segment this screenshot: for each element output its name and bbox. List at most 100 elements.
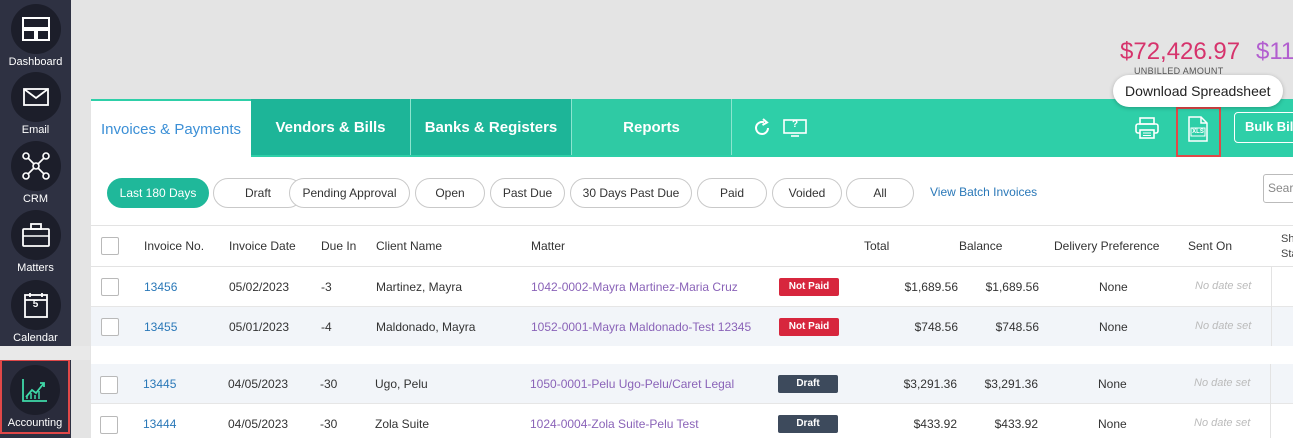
table-row[interactable]: 13445 04/05/2023 -30 Ugo, Pelu 1050-0001…	[91, 364, 1293, 404]
delivery-preference: None	[1098, 377, 1127, 391]
sent-on: No date set	[1194, 417, 1251, 429]
due-in: -30	[320, 377, 338, 391]
sidebar-item-accounting[interactable]: Accounting	[0, 359, 70, 434]
column-delivery-preference[interactable]: Delivery Preference	[1054, 239, 1159, 253]
table-row[interactable]: 13456 05/02/2023 -3 Martinez, Mayra 1042…	[91, 267, 1293, 307]
column-due-in[interactable]: Due In	[321, 239, 356, 253]
sidebar-item-calendar[interactable]: 5 Calendar	[0, 280, 71, 344]
select-all-checkbox[interactable]	[101, 237, 119, 255]
row-checkbox[interactable]	[100, 416, 118, 434]
help-icon[interactable]: ?	[782, 118, 808, 138]
column-share-status-line1: Sha	[1281, 233, 1293, 245]
sidebar-item-label: Dashboard	[8, 56, 63, 68]
sent-on: No date set	[1195, 320, 1252, 332]
client-name: Ugo, Pelu	[375, 377, 428, 391]
tab-invoices-payments[interactable]: Invoices & Payments	[91, 101, 251, 157]
column-share-status[interactable]: Sha Sta	[1281, 232, 1293, 262]
invoice-date: 05/01/2023	[229, 320, 290, 334]
column-client-name[interactable]: Client Name	[376, 239, 442, 253]
sidebar-item-crm[interactable]: CRM	[0, 141, 71, 205]
invoice-number-link[interactable]: 13455	[144, 320, 177, 334]
filter-open[interactable]: Open	[415, 178, 485, 208]
unbilled-amount: $72,426.97	[1120, 38, 1241, 65]
invoice-date: 04/05/2023	[228, 377, 289, 391]
sidebar-item-dashboard[interactable]: Dashboard	[0, 4, 71, 68]
invoices-panel: Last 180 Days Draft Pending Approval Ope…	[91, 157, 1293, 438]
sidebar: Dashboard Email CRM Matters 5 Calendar A…	[0, 0, 71, 438]
delivery-preference: None	[1099, 320, 1128, 334]
status-badge: Draft	[778, 375, 838, 393]
sent-on: No date set	[1195, 280, 1252, 292]
refresh-icon[interactable]	[751, 117, 773, 139]
status-badge: Not Paid	[779, 318, 839, 336]
invoice-balance: $748.56	[995, 320, 1039, 334]
row-checkbox[interactable]	[101, 278, 119, 296]
search-input[interactable]: Search	[1263, 174, 1293, 203]
column-divider	[1271, 307, 1272, 347]
sidebar-item-label: CRM	[22, 193, 49, 205]
client-name: Martinez, Mayra	[376, 280, 463, 294]
filter-last-180-days[interactable]: Last 180 Days	[107, 178, 209, 208]
filter-past-due[interactable]: Past Due	[490, 178, 565, 208]
client-name: Zola Suite	[375, 417, 430, 431]
status-badge: Not Paid	[779, 278, 839, 296]
status-badge: Draft	[778, 415, 838, 433]
column-matter[interactable]: Matter	[531, 239, 565, 253]
invoice-balance: $3,291.36	[984, 377, 1038, 391]
matter-link[interactable]: 1042-0002-Mayra Martinez-Maria Cruz	[531, 280, 738, 294]
bulk-billing-button[interactable]: Bulk Billing	[1234, 112, 1293, 143]
due-in: -30	[320, 417, 338, 431]
table-row[interactable]: 13455 05/01/2023 -4 Maldonado, Mayra 105…	[91, 307, 1293, 347]
column-total[interactable]: Total	[864, 239, 889, 253]
network-icon	[10, 141, 61, 191]
column-divider	[1271, 267, 1272, 307]
filter-30-days-past-due[interactable]: 30 Days Past Due	[570, 178, 692, 208]
envelope-icon	[10, 72, 61, 122]
invoice-balance: $433.92	[994, 417, 1038, 431]
row-checkbox[interactable]	[101, 318, 119, 336]
column-divider	[1270, 364, 1271, 404]
matter-link[interactable]: 1050-0001-Pelu Ugo-Pelu/Caret Legal	[530, 377, 734, 391]
calendar-day: 5	[32, 299, 39, 310]
invoice-number-link[interactable]: 13456	[144, 280, 177, 294]
table-header: Invoice No. Invoice Date Due In Client N…	[91, 225, 1293, 267]
table-row[interactable]: 13444 04/05/2023 -30 Zola Suite 1024-000…	[91, 404, 1293, 438]
tab-divider	[731, 99, 732, 155]
sidebar-item-email[interactable]: Email	[0, 72, 71, 136]
invoice-number-link[interactable]: 13445	[143, 377, 176, 391]
delivery-preference: None	[1099, 280, 1128, 294]
filter-pending-approval[interactable]: Pending Approval	[289, 178, 410, 208]
tab-reports[interactable]: Reports	[572, 99, 731, 155]
dashboard-icon	[10, 4, 61, 54]
column-sent-on[interactable]: Sent On	[1188, 239, 1232, 253]
sidebar-item-label: Calendar	[13, 332, 58, 344]
print-icon[interactable]	[1134, 116, 1160, 140]
sidebar-gap	[0, 346, 90, 360]
row-checkbox[interactable]	[100, 376, 118, 394]
help-glyph: ?	[791, 119, 799, 130]
chart-trend-icon	[10, 365, 60, 415]
matter-link[interactable]: 1052-0001-Mayra Maldonado-Test 12345	[531, 320, 751, 334]
invoice-date: 04/05/2023	[228, 417, 289, 431]
column-share-status-line2: Sta	[1281, 248, 1293, 260]
tab-banks-registers[interactable]: Banks & Registers	[411, 99, 571, 155]
download-spreadsheet-button[interactable]: XLS	[1185, 116, 1211, 142]
column-invoice-no[interactable]: Invoice No.	[144, 239, 204, 253]
filter-all[interactable]: All	[846, 178, 914, 208]
filter-paid[interactable]: Paid	[697, 178, 767, 208]
briefcase-icon	[10, 210, 61, 260]
column-balance[interactable]: Balance	[959, 239, 1002, 253]
filter-voided[interactable]: Voided	[772, 178, 842, 208]
tab-vendors-bills[interactable]: Vendors & Bills	[251, 99, 410, 155]
matter-link[interactable]: 1024-0004-Zola Suite-Pelu Test	[530, 417, 699, 431]
column-invoice-date[interactable]: Invoice Date	[229, 239, 296, 253]
column-divider	[1270, 404, 1271, 438]
delivery-preference: None	[1098, 417, 1127, 431]
sidebar-item-matters[interactable]: Matters	[0, 210, 71, 274]
due-in: -4	[321, 320, 332, 334]
invoice-number-link[interactable]: 13444	[143, 417, 176, 431]
calendar-icon: 5	[10, 280, 61, 330]
view-batch-invoices-link[interactable]: View Batch Invoices	[930, 185, 1037, 199]
download-spreadsheet-tooltip: Download Spreadsheet	[1113, 75, 1283, 107]
invoice-date: 05/02/2023	[229, 280, 290, 294]
